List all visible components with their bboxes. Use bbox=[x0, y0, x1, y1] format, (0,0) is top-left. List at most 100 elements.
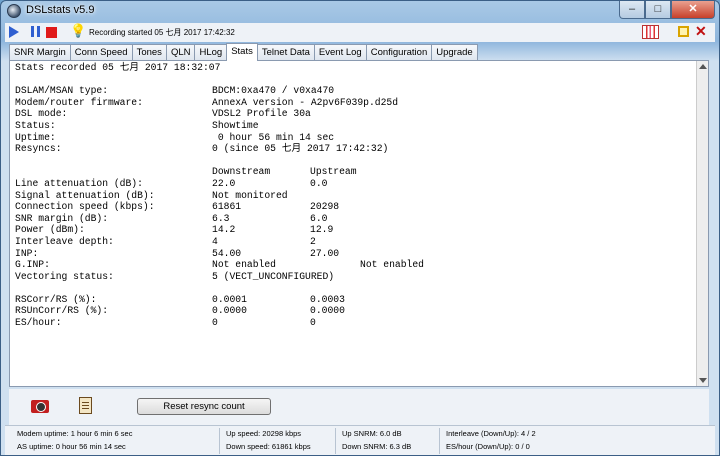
title-bar[interactable]: DSLstats v5.9 – □ ✕ bbox=[1, 1, 719, 21]
stop-icon[interactable] bbox=[46, 27, 57, 38]
stat-label: Signal attenuation (dB): bbox=[15, 189, 155, 201]
restore-icon[interactable] bbox=[678, 26, 689, 37]
downstream-value: 5 (VECT_UNCONFIGURED) bbox=[212, 270, 335, 282]
tab-upgrade[interactable]: Upgrade bbox=[431, 44, 478, 60]
upstream-value: 20298 bbox=[310, 201, 340, 213]
tab-hlog[interactable]: HLog bbox=[194, 44, 228, 60]
line-stat-row: Line attenuation (dB): 22.0 0.0 bbox=[15, 178, 693, 190]
upstream-value: 0 bbox=[310, 317, 316, 329]
info-row: Modem/router firmware: AnnexA version - A… bbox=[15, 97, 693, 109]
window-title: DSLstats v5.9 bbox=[26, 4, 95, 16]
header-spacer bbox=[15, 166, 212, 178]
downstream-value: 0.0000 bbox=[212, 305, 247, 317]
info-label: DSL mode: bbox=[15, 108, 68, 120]
chart-icon[interactable] bbox=[642, 25, 659, 39]
info-value: VDSL2 Profile 30a bbox=[212, 108, 311, 120]
toolbar: 💡 Recording started 05 七月 2017 17:42:32 … bbox=[5, 23, 715, 42]
action-bar: Reset resync count bbox=[9, 389, 709, 425]
line-stat-row: Vectoring status: 5 (VECT_UNCONFIGURED) bbox=[15, 271, 693, 283]
stat-label: Connection speed (kbps): bbox=[15, 201, 155, 213]
tab-tones[interactable]: Tones bbox=[131, 44, 167, 60]
interleave-status: Interleave (Down/Up): 4 / 2 bbox=[446, 429, 536, 438]
info-value: AnnexA version - A2pv6F039p.d25d bbox=[212, 96, 399, 108]
stat-label: Interleave depth: bbox=[15, 235, 114, 247]
camera-icon[interactable] bbox=[31, 400, 49, 413]
upstream-value: 12.9 bbox=[310, 224, 334, 236]
down-speed: Down speed: 61861 kbps bbox=[226, 442, 311, 451]
upstream-value bbox=[310, 271, 360, 283]
downstream-header: Downstream bbox=[212, 166, 271, 178]
play-icon[interactable] bbox=[9, 26, 19, 38]
error-stat-row: ES/hour: 0 0 bbox=[15, 317, 693, 329]
line-stat-row: SNR margin (dB): 6.3 6.0 bbox=[15, 213, 693, 225]
downstream-value: 22.0 bbox=[212, 177, 236, 189]
tab-stats[interactable]: Stats bbox=[226, 43, 258, 61]
line-stat-row: Power (dBm): 14.2 12.9 bbox=[15, 224, 693, 236]
tab-event-log[interactable]: Event Log bbox=[313, 44, 367, 60]
info-value: Showtime bbox=[212, 119, 259, 131]
stat-label: RSCorr/RS (%): bbox=[15, 293, 97, 305]
upstream-value: 6.0 bbox=[310, 212, 328, 224]
stats-recorded-line: Stats recorded 05 七月 2017 18:32:07 bbox=[15, 62, 693, 74]
tab-snr-margin[interactable]: SNR Margin bbox=[9, 44, 71, 60]
pause-icon[interactable] bbox=[29, 25, 43, 39]
tab-conn-speed[interactable]: Conn Speed bbox=[69, 44, 133, 60]
upstream-value bbox=[310, 259, 360, 271]
reset-resync-button[interactable]: Reset resync count bbox=[137, 398, 271, 415]
info-row: Resyncs: 0 (since 05 七月 2017 17:42:32) bbox=[15, 143, 693, 155]
line-stat-row: INP: 54.00 27.00 bbox=[15, 248, 693, 260]
close-button[interactable]: ✕ bbox=[671, 1, 715, 19]
upstream-value: 2 bbox=[310, 235, 316, 247]
recording-status: Recording started 05 七月 2017 17:42:32 bbox=[89, 28, 235, 37]
scroll-down-icon[interactable] bbox=[699, 378, 707, 383]
stats-text[interactable]: Stats recorded 05 七月 2017 18:32:07 DSLAM/… bbox=[11, 62, 697, 385]
error-stat-row: RSCorr/RS (%): 0.0001 0.0003 bbox=[15, 294, 693, 306]
scroll-up-icon[interactable] bbox=[699, 64, 707, 69]
upstream-value: 27.00 bbox=[310, 247, 340, 259]
info-value: 0 hour 56 min 14 sec bbox=[212, 131, 335, 143]
vertical-scrollbar[interactable] bbox=[696, 61, 708, 386]
stat-label: Line attenuation (dB): bbox=[15, 177, 143, 189]
upstream-value: 0.0 bbox=[310, 177, 328, 189]
status-divider bbox=[219, 428, 220, 454]
downstream-value: 6.3 bbox=[212, 212, 230, 224]
minimize-button[interactable]: – bbox=[619, 1, 645, 19]
downstream-value: 0 bbox=[212, 317, 218, 329]
column-header-row: Downstream Upstream bbox=[15, 166, 693, 178]
info-label: Modem/router firmware: bbox=[15, 96, 143, 108]
downstream-value: Not enabled bbox=[212, 259, 276, 271]
status-divider bbox=[439, 428, 440, 454]
stat-label: Power (dBm): bbox=[15, 224, 85, 236]
tab-qln[interactable]: QLN bbox=[165, 44, 196, 60]
extra-value: Not enabled bbox=[360, 259, 424, 271]
stat-label: G.INP: bbox=[15, 259, 50, 271]
upstream-header: Upstream bbox=[310, 166, 357, 178]
stat-label: INP: bbox=[15, 247, 39, 259]
tab-configuration[interactable]: Configuration bbox=[365, 44, 433, 60]
clipboard-icon[interactable] bbox=[79, 397, 92, 414]
stat-label: ES/hour: bbox=[15, 317, 62, 329]
line-stat-row: Interleave depth: 4 2 bbox=[15, 236, 693, 248]
up-speed: Up speed: 20298 kbps bbox=[226, 429, 302, 438]
up-snrm: Up SNRM: 6.0 dB bbox=[342, 429, 402, 438]
upstream-value bbox=[310, 190, 360, 202]
info-label: Uptime: bbox=[15, 131, 56, 143]
info-row: DSL mode: VDSL2 Profile 30a bbox=[15, 108, 693, 120]
lightbulb-icon[interactable]: 💡 bbox=[70, 24, 86, 38]
upstream-value: 0.0000 bbox=[310, 305, 345, 317]
modem-uptime: Modem uptime: 1 hour 6 min 6 sec bbox=[17, 429, 133, 438]
maximize-button[interactable]: □ bbox=[645, 1, 671, 19]
info-value: 0 (since 05 七月 2017 17:42:32) bbox=[212, 143, 389, 155]
info-label: Resyncs: bbox=[15, 143, 62, 155]
info-row: Uptime: 0 hour 56 min 14 sec bbox=[15, 132, 693, 144]
tab-telnet-data[interactable]: Telnet Data bbox=[256, 44, 315, 60]
info-row: Status: Showtime bbox=[15, 120, 693, 132]
exit-icon[interactable]: ✕ bbox=[695, 23, 709, 39]
app-logo-icon[interactable] bbox=[7, 4, 21, 18]
downstream-value: Not monitored bbox=[212, 189, 288, 201]
downstream-value: 4 bbox=[212, 235, 218, 247]
status-divider bbox=[335, 428, 336, 454]
